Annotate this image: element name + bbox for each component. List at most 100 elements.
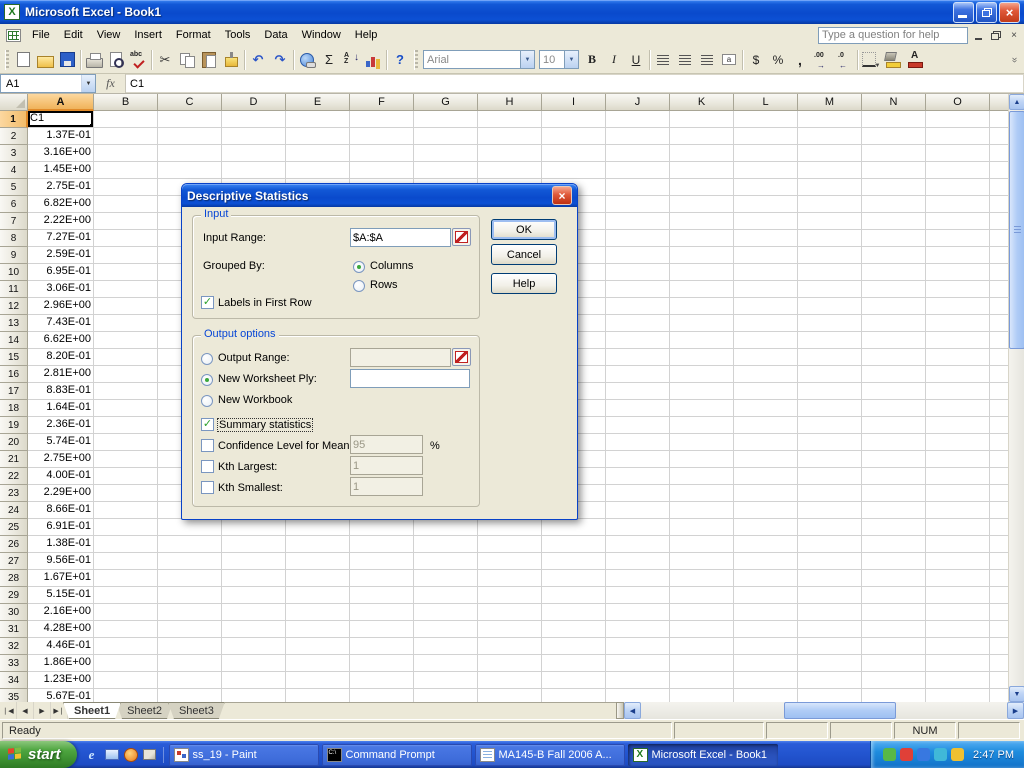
cell-l11[interactable] (734, 281, 798, 298)
cell-h34[interactable] (478, 672, 542, 689)
cell-a6[interactable]: 6.82E+00 (28, 196, 94, 213)
cell-b2[interactable] (94, 128, 158, 145)
vertical-scroll-thumb[interactable] (1009, 111, 1024, 349)
cell-k15[interactable] (670, 349, 734, 366)
row-header-10[interactable]: 10 (0, 264, 28, 281)
cell-o13[interactable] (926, 315, 990, 332)
cell-m32[interactable] (798, 638, 862, 655)
cell-b10[interactable] (94, 264, 158, 281)
cell-o35[interactable] (926, 689, 990, 702)
cell-k26[interactable] (670, 536, 734, 553)
cell-o11[interactable] (926, 281, 990, 298)
cell-e1[interactable] (286, 111, 350, 128)
cell-b34[interactable] (94, 672, 158, 689)
cell-l6[interactable] (734, 196, 798, 213)
cell-b27[interactable] (94, 553, 158, 570)
cell-j11[interactable] (606, 281, 670, 298)
minimize-button[interactable] (953, 2, 974, 23)
scroll-left-icon[interactable]: ◀ (624, 702, 641, 719)
cell-m18[interactable] (798, 400, 862, 417)
cell-k33[interactable] (670, 655, 734, 672)
row-header-35[interactable]: 35 (0, 689, 28, 702)
cell-j21[interactable] (606, 451, 670, 468)
print-icon[interactable] (83, 49, 105, 71)
cell-h28[interactable] (478, 570, 542, 587)
cell-l24[interactable] (734, 502, 798, 519)
cell-j25[interactable] (606, 519, 670, 536)
cell-j33[interactable] (606, 655, 670, 672)
row-header-15[interactable]: 15 (0, 349, 28, 366)
cell-f25[interactable] (350, 519, 414, 536)
cell-e3[interactable] (286, 145, 350, 162)
cell-n33[interactable] (862, 655, 926, 672)
sheet-tab-sheet1[interactable]: Sheet1 (63, 702, 121, 719)
menu-item-file[interactable]: File (25, 26, 57, 44)
column-header-j[interactable]: J (606, 94, 670, 111)
input-range-field[interactable] (350, 228, 451, 247)
cell-l18[interactable] (734, 400, 798, 417)
cell-c28[interactable] (158, 570, 222, 587)
cell-j2[interactable] (606, 128, 670, 145)
cell-k4[interactable] (670, 162, 734, 179)
row-header-3[interactable]: 3 (0, 145, 28, 162)
cell-m23[interactable] (798, 485, 862, 502)
workbook-restore-button[interactable] (988, 28, 1004, 43)
cell-a20[interactable]: 5.74E-01 (28, 434, 94, 451)
save-icon[interactable] (56, 49, 78, 71)
row-header-2[interactable]: 2 (0, 128, 28, 145)
cell-m31[interactable] (798, 621, 862, 638)
cell-d2[interactable] (222, 128, 286, 145)
cell-b8[interactable] (94, 230, 158, 247)
help-input[interactable] (818, 27, 968, 44)
cell-l26[interactable] (734, 536, 798, 553)
cell-d26[interactable] (222, 536, 286, 553)
cell-i29[interactable] (542, 587, 606, 604)
kth-smallest-checkbox[interactable] (201, 481, 214, 494)
cell-f35[interactable] (350, 689, 414, 702)
cell-a19[interactable]: 2.36E-01 (28, 417, 94, 434)
cell-k35[interactable] (670, 689, 734, 702)
cell-m11[interactable] (798, 281, 862, 298)
cell-j3[interactable] (606, 145, 670, 162)
cell-o28[interactable] (926, 570, 990, 587)
cell-l9[interactable] (734, 247, 798, 264)
cell-m14[interactable] (798, 332, 862, 349)
summary-statistics-label[interactable]: Summary statistics (218, 419, 312, 431)
cell-b28[interactable] (94, 570, 158, 587)
sheet-tab-sheet3[interactable]: Sheet3 (168, 702, 225, 719)
cell-o6[interactable] (926, 196, 990, 213)
row-header-17[interactable]: 17 (0, 383, 28, 400)
dialog-close-button[interactable]: × (552, 186, 572, 205)
cell-l15[interactable] (734, 349, 798, 366)
row-header-21[interactable]: 21 (0, 451, 28, 468)
cell-h2[interactable] (478, 128, 542, 145)
kth-largest-checkbox[interactable] (201, 460, 214, 473)
cell-o23[interactable] (926, 485, 990, 502)
output-range-radio[interactable] (201, 353, 213, 365)
cell-m4[interactable] (798, 162, 862, 179)
cell-n24[interactable] (862, 502, 926, 519)
sheet-tab-sheet2[interactable]: Sheet2 (116, 702, 173, 719)
cell-l21[interactable] (734, 451, 798, 468)
cell-g33[interactable] (414, 655, 478, 672)
cell-c34[interactable] (158, 672, 222, 689)
cell-m5[interactable] (798, 179, 862, 196)
cell-d31[interactable] (222, 621, 286, 638)
cell-m6[interactable] (798, 196, 862, 213)
cell-l2[interactable] (734, 128, 798, 145)
fill-color-dropdown-icon[interactable]: ▼ (895, 63, 901, 71)
cell-n28[interactable] (862, 570, 926, 587)
cell-m24[interactable] (798, 502, 862, 519)
currency-icon[interactable]: $ (745, 49, 767, 71)
formatting-toolbar-grip[interactable] (414, 50, 418, 70)
cell-k20[interactable] (670, 434, 734, 451)
ok-button[interactable]: OK (491, 219, 557, 240)
cell-o33[interactable] (926, 655, 990, 672)
taskbar-button-excel[interactable]: Microsoft Excel - Book1 (628, 744, 778, 766)
cell-k18[interactable] (670, 400, 734, 417)
cell-d4[interactable] (222, 162, 286, 179)
cell-k30[interactable] (670, 604, 734, 621)
cell-g2[interactable] (414, 128, 478, 145)
new-worksheet-label[interactable]: New Worksheet Ply: (218, 373, 317, 385)
cell-e26[interactable] (286, 536, 350, 553)
